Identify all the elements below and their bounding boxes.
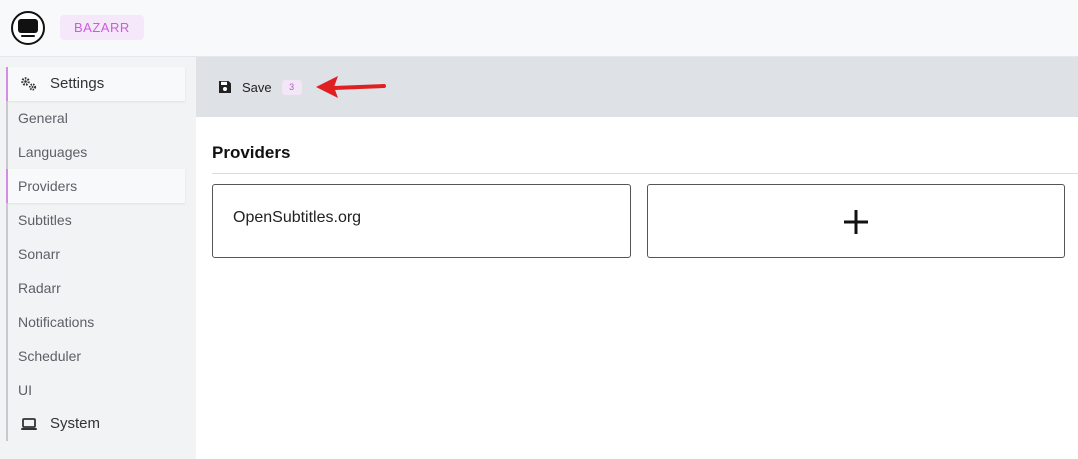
sidebar-item-providers[interactable]: Providers [6,169,185,203]
main-content: Providers OpenSubtitles.org [196,117,1078,459]
sidebar-item-label: Providers [18,178,78,194]
pending-count-badge: 3 [281,79,302,95]
gears-icon [21,77,37,91]
sidebar-item-scheduler[interactable]: Scheduler [8,339,185,373]
laptop-icon [21,418,37,430]
floppy-disk-icon [219,81,231,93]
add-provider-button[interactable] [647,184,1065,258]
sidebar-item-label: Notifications [18,314,95,330]
sidebar-item-notifications[interactable]: Notifications [8,305,185,339]
top-bar: BAZARR [0,0,1078,57]
page-title: Providers [212,143,291,162]
sidebar-item-label: Subtitles [18,212,72,228]
sidebar-section-settings[interactable]: Settings [6,67,185,101]
divider [212,173,1078,174]
sidebar-item-languages[interactable]: Languages [8,135,185,169]
annotation-arrow-icon [316,76,386,98]
save-label: Save [242,79,272,95]
save-button[interactable]: Save 3 [212,75,308,99]
sidebar-item-general[interactable]: General [8,101,185,135]
sidebar-item-radarr[interactable]: Radarr [8,271,185,305]
plus-icon [844,210,868,234]
sidebar-item-subtitles[interactable]: Subtitles [8,203,185,237]
sidebar-item-label: UI [18,382,32,398]
provider-card[interactable]: OpenSubtitles.org [212,184,631,258]
provider-name: OpenSubtitles.org [233,209,362,226]
sidebar-section-label: System [50,415,101,432]
sidebar-item-ui[interactable]: UI [8,373,185,407]
sidebar-item-label: General [18,110,68,126]
sidebar-item-sonarr[interactable]: Sonarr [8,237,185,271]
brand-badge: BAZARR [60,15,144,40]
toolbar: Save 3 [196,57,1078,117]
sidebar-item-label: Languages [18,144,88,160]
tv-icon[interactable] [11,11,45,45]
sidebar: Settings General Languages Providers Sub… [0,57,196,459]
sidebar-section-label: Settings [50,75,105,92]
sidebar-section-system[interactable]: System [8,407,185,441]
sidebar-item-label: Radarr [18,280,61,296]
sidebar-item-label: Scheduler [18,348,82,364]
sidebar-item-label: Sonarr [18,246,61,262]
